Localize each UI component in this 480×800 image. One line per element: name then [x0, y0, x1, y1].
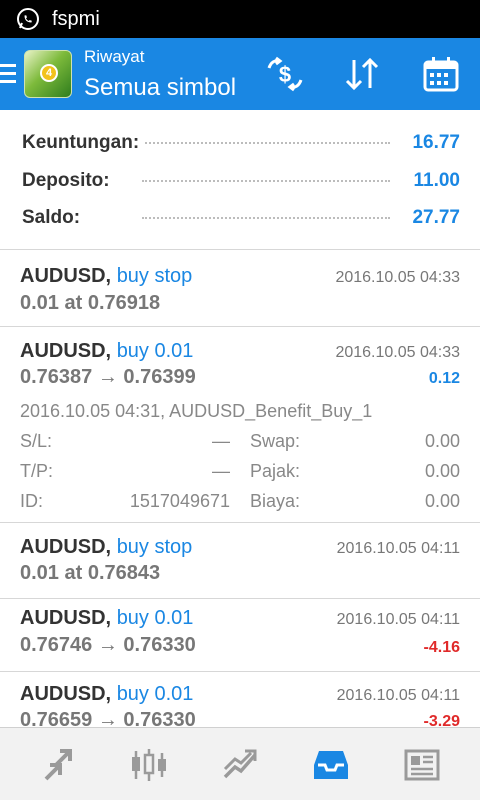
detail-key: T/P:	[20, 461, 54, 481]
trade-symbol: AUDUSD, buy stop	[20, 536, 192, 559]
trade-time: 2016.10.05 04:33	[335, 344, 460, 361]
sort-icon[interactable]	[342, 54, 382, 94]
trade-profit: 0.12	[428, 370, 460, 387]
history-item[interactable]: AUDUSD, buy stop 2016.10.05 04:11 0.01 a…	[0, 523, 480, 599]
trade-chart-icon	[223, 749, 257, 778]
summary-profit-row: Keuntungan: 16.77	[22, 129, 460, 157]
screen-subtitle: Riwayat	[84, 47, 145, 66]
trade-details: 2016.10.05 04:31, AUDUSD_Benefit_Buy_1 S…	[20, 401, 460, 521]
symbol-text: AUDUSD,	[20, 607, 112, 629]
candlestick-chart-icon	[132, 748, 166, 781]
summary-label: Saldo:	[22, 204, 87, 232]
trade-action: buy 0.01	[116, 607, 194, 629]
history-item[interactable]: AUDUSD, buy stop 2016.10.05 04:33 0.01 a…	[0, 251, 480, 327]
dotted-leader	[142, 142, 390, 144]
order-details: 0.01 at 0.76918	[20, 292, 161, 314]
trade-symbol: AUDUSD, buy stop	[20, 265, 192, 288]
screen-title[interactable]: Semua simbol	[84, 74, 236, 102]
detail-value: 1517049671	[129, 491, 230, 511]
bottom-navigation	[0, 727, 480, 800]
trade-profit: -4.16	[423, 639, 460, 656]
status-bar: fspmi	[0, 0, 480, 38]
logo-badge: 4	[40, 64, 58, 82]
calendar-icon[interactable]	[421, 54, 461, 94]
detail-key: Biaya:	[250, 491, 301, 511]
app-bar: 4 Riwayat Semua simbol $	[0, 38, 480, 110]
detail-key: Swap:	[250, 431, 301, 451]
tab-news[interactable]	[374, 728, 470, 800]
summary-deposit-row: Deposito: 11.00	[22, 167, 460, 195]
summary-label: Keuntungan:	[22, 129, 146, 157]
detail-row: S/L: — Swap: 0.00	[20, 431, 460, 455]
symbol-text: AUDUSD,	[20, 536, 112, 558]
detail-value: 0.00	[424, 491, 460, 511]
account-summary: Keuntungan: 16.77 Deposito: 11.00 Saldo:…	[0, 110, 480, 250]
trade-time: 2016.10.05 04:11	[336, 687, 460, 704]
news-icon	[404, 749, 440, 780]
close-price: 0.76330	[123, 634, 196, 656]
menu-icon[interactable]	[0, 64, 16, 84]
notification-text: fspmi	[52, 7, 100, 30]
arrow-right-icon: →	[97, 634, 118, 656]
trade-symbol: AUDUSD, buy 0.01	[20, 340, 193, 363]
trade-time: 2016.10.05 04:11	[336, 611, 460, 628]
detail-value: —	[212, 461, 230, 481]
summary-value: 16.77	[406, 129, 460, 157]
svg-text:$: $	[279, 62, 291, 87]
trade-action: buy 0.01	[116, 340, 194, 362]
open-price: 0.76746	[20, 634, 93, 656]
detail-row: ID: 1517049671 Biaya: 0.00	[20, 491, 460, 515]
summary-balance-row: Saldo: 27.77	[22, 204, 460, 232]
price-change: 0.76387 → 0.76399	[20, 366, 196, 389]
symbol-text: AUDUSD,	[20, 683, 112, 705]
trade-action: buy 0.01	[116, 683, 194, 705]
trade-symbol: AUDUSD, buy 0.01	[20, 683, 193, 706]
price-change: 0.76746 → 0.76330	[20, 634, 196, 657]
detail-row: T/P: — Pajak: 0.00	[20, 461, 460, 485]
detail-key: S/L:	[20, 431, 53, 451]
symbol-text: AUDUSD,	[20, 265, 112, 287]
open-price: 0.76387	[20, 366, 93, 388]
order-details: 0.01 at 0.76843	[20, 562, 161, 584]
symbol-text: AUDUSD,	[20, 340, 112, 362]
dotted-leader	[142, 180, 390, 182]
detail-value: 0.00	[424, 431, 460, 451]
metatrader-logo[interactable]: 4	[24, 50, 72, 98]
trade-comment: 2016.10.05 04:31, AUDUSD_Benefit_Buy_1	[20, 401, 460, 425]
summary-value: 11.00	[407, 167, 460, 195]
summary-value: 27.77	[406, 204, 460, 232]
quotes-arrows-icon	[44, 748, 72, 780]
detail-value: —	[212, 431, 230, 451]
history-item[interactable]: AUDUSD, buy 0.01 2016.10.05 04:11 0.7674…	[0, 599, 480, 672]
close-price: 0.76399	[123, 366, 196, 388]
detail-key: Pajak:	[250, 461, 301, 481]
detail-value: 0.00	[424, 461, 460, 481]
trade-time: 2016.10.05 04:11	[336, 540, 460, 557]
trade-time: 2016.10.05 04:33	[335, 269, 460, 286]
tab-history[interactable]	[283, 728, 379, 800]
tab-trade[interactable]	[193, 728, 289, 800]
comment-text: 2016.10.05 04:31, AUDUSD_Benefit_Buy_1	[20, 401, 373, 421]
summary-label: Deposito:	[22, 167, 116, 195]
symbol-filter-icon[interactable]: $	[265, 54, 305, 94]
dotted-leader	[142, 217, 390, 219]
trade-action: buy stop	[116, 536, 193, 558]
detail-key: ID:	[20, 491, 44, 511]
arrow-right-icon: →	[97, 366, 118, 388]
tab-quotes[interactable]	[10, 728, 106, 800]
tab-chart[interactable]	[101, 728, 197, 800]
history-item-expanded[interactable]: AUDUSD, buy 0.01 2016.10.05 04:33 0.7638…	[0, 327, 480, 523]
trade-action: buy stop	[116, 265, 193, 287]
history-inbox-icon	[314, 750, 348, 779]
whatsapp-icon	[17, 8, 39, 30]
trade-symbol: AUDUSD, buy 0.01	[20, 607, 193, 630]
